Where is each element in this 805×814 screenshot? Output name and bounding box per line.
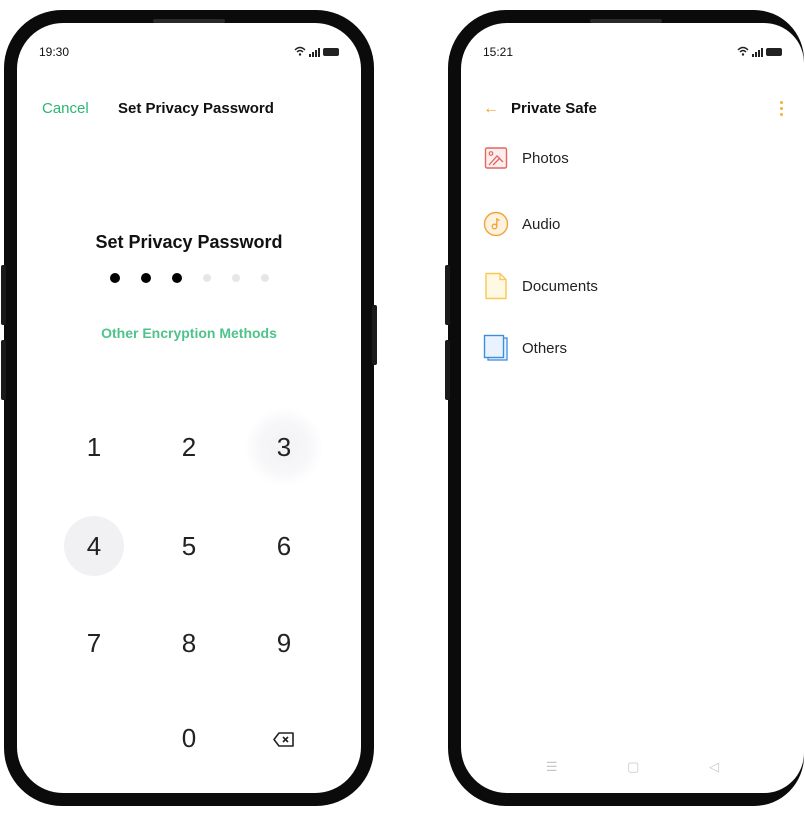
documents-icon	[483, 272, 509, 300]
volume-down-button	[1, 340, 6, 400]
folder-documents[interactable]: Documents	[483, 271, 783, 301]
power-button	[372, 305, 377, 365]
folder-label: Documents	[522, 277, 598, 295]
key-1[interactable]: 1	[64, 417, 124, 477]
folder-audio[interactable]: Audio	[483, 209, 783, 239]
page-title: Private Safe	[511, 100, 597, 117]
folder-label: Others	[522, 339, 568, 357]
more-options-icon[interactable]	[780, 101, 784, 116]
right-screen: 15:21 ← Private Safe Photos Audio Docume…	[461, 23, 804, 793]
audio-icon	[483, 211, 509, 237]
status-time: 15:21	[483, 45, 514, 59]
folder-label: Audio	[522, 215, 561, 233]
folder-photos[interactable]: Photos	[483, 143, 783, 173]
key-9[interactable]: 9	[254, 613, 314, 673]
status-bar: 15:21	[483, 45, 782, 61]
key-7[interactable]: 7	[64, 613, 124, 673]
system-navbar: ☰ ▢ ◁	[461, 759, 804, 775]
back-arrow-icon[interactable]: ←	[483, 100, 499, 118]
battery-icon	[766, 48, 782, 56]
folder-label: Photos	[522, 149, 569, 167]
volume-up-button	[1, 265, 6, 325]
wifi-icon	[737, 45, 749, 59]
key-6[interactable]: 6	[254, 516, 314, 576]
key-3[interactable]: 3	[244, 407, 324, 487]
key-2[interactable]: 2	[159, 417, 219, 477]
key-5[interactable]: 5	[159, 516, 219, 576]
backspace-icon	[273, 723, 295, 754]
volume-down-button	[445, 340, 450, 400]
photos-icon	[483, 145, 509, 171]
others-icon	[483, 334, 509, 361]
key-8[interactable]: 8	[159, 613, 219, 673]
right-phone: 15:21 ← Private Safe Photos Audio Docume…	[445, 10, 804, 806]
home-nav-icon[interactable]: ▢	[627, 759, 639, 775]
status-icons	[737, 45, 782, 59]
numeric-keypad: 1 2 3 4 5 6 7 8 9 0	[17, 23, 361, 793]
key-4[interactable]: 4	[64, 516, 124, 576]
backspace-button[interactable]	[254, 708, 314, 768]
folder-others[interactable]: Others	[483, 333, 783, 363]
menu-nav-icon[interactable]: ☰	[546, 759, 558, 775]
back-nav-icon[interactable]: ◁	[709, 759, 719, 775]
left-phone: 19:30 Cancel Set Privacy Password Set Pr…	[1, 10, 377, 806]
key-0[interactable]: 0	[159, 708, 219, 768]
signal-icon	[752, 47, 763, 57]
volume-up-button	[445, 265, 450, 325]
left-screen: 19:30 Cancel Set Privacy Password Set Pr…	[17, 23, 361, 793]
